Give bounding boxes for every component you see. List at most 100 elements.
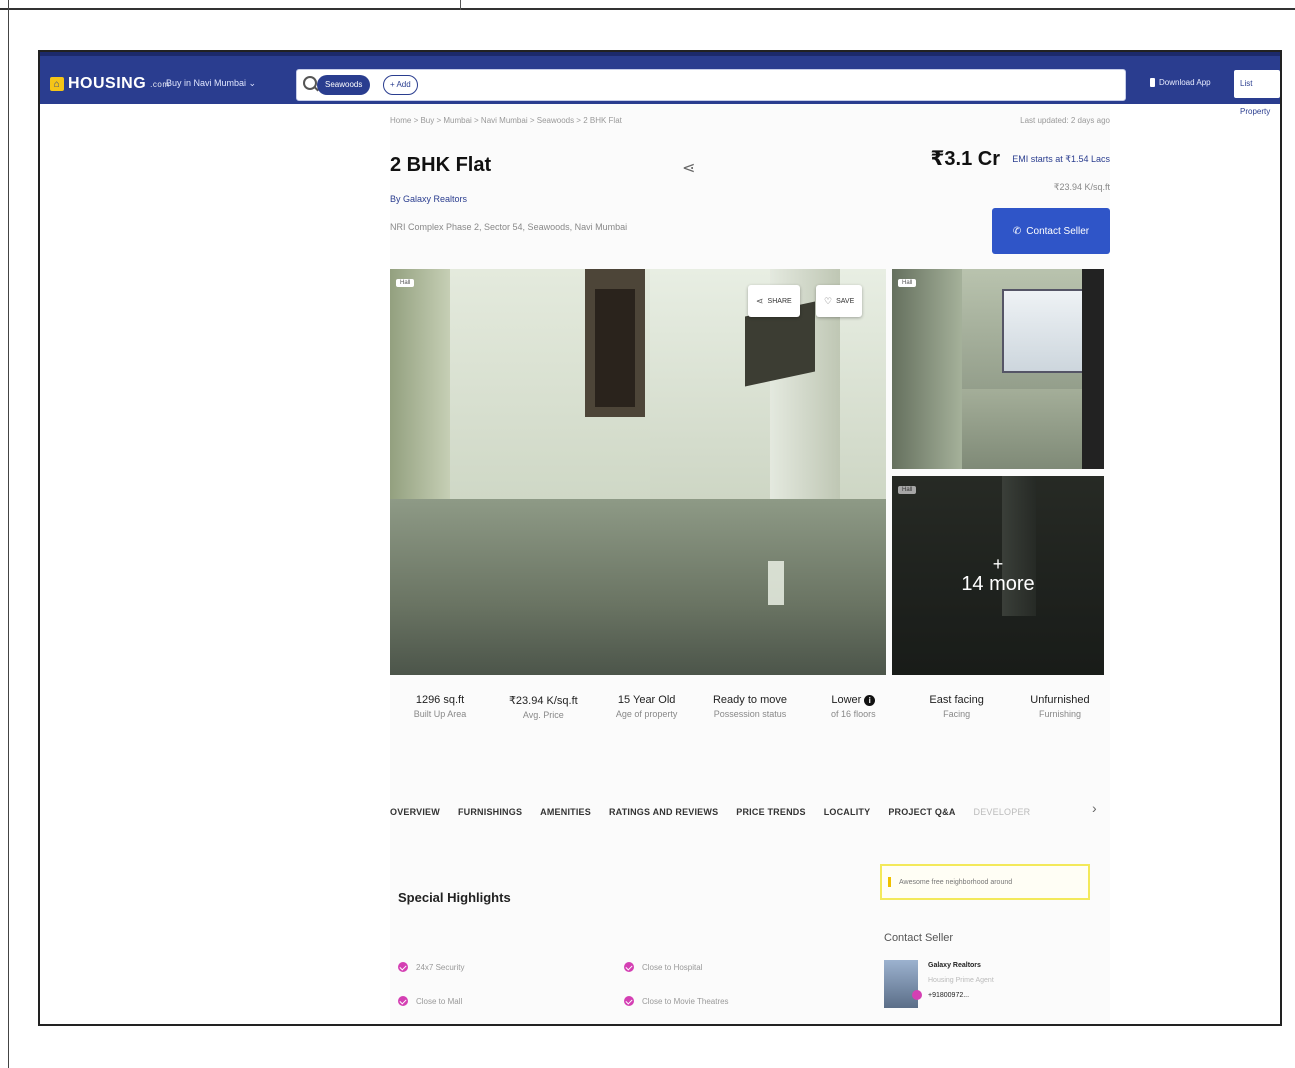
posted-by[interactable]: By Galaxy Realtors bbox=[390, 194, 467, 204]
stat-value: 1296 sq.ft bbox=[415, 694, 465, 706]
tab-developer[interactable]: DEVELOPER bbox=[974, 807, 1031, 817]
stat-possession: Ready to move Possession status bbox=[700, 694, 800, 764]
share-icon: ⋖ bbox=[756, 295, 764, 306]
add-locality-button[interactable]: + Add bbox=[383, 75, 418, 95]
more-photos[interactable]: Hall + 14 more bbox=[892, 476, 1104, 675]
download-app-label: Download App bbox=[1159, 78, 1211, 87]
photo-tag: Hall bbox=[396, 279, 415, 287]
stat-label: Facing bbox=[943, 709, 971, 719]
contact-seller-button[interactable]: ✆ Contact Seller bbox=[992, 208, 1110, 254]
contact-seller-title: Contact Seller bbox=[884, 932, 954, 944]
housing-logo[interactable]: ⌂ HOUSING .com bbox=[50, 74, 170, 94]
page-title: 2 BHK Flat bbox=[390, 154, 492, 176]
phone-icon: ✆ bbox=[1012, 225, 1022, 237]
stat-label: Avg. Price bbox=[522, 710, 564, 720]
photo-door bbox=[595, 289, 635, 407]
photo-reflection bbox=[768, 561, 784, 605]
listing-content: Home > Buy > Mumbai > Navi Mumbai > Seaw… bbox=[390, 104, 1110, 1024]
screenshot-frame: ⌂ HOUSING .com Buy in Navi Mumbai ⌄ Seaw… bbox=[38, 50, 1282, 1026]
seller-phone[interactable]: +91800972... bbox=[928, 992, 969, 999]
stat-value: ₹23.94 K/sq.ft bbox=[508, 695, 578, 707]
list-property-button[interactable]: List Property bbox=[1234, 70, 1280, 116]
breadcrumb[interactable]: Home > Buy > Mumbai > Navi Mumbai > Seaw… bbox=[390, 116, 622, 125]
stat-value: Unfurnished bbox=[1030, 694, 1090, 706]
emi-link[interactable]: EMI starts at ₹1.54 Lacs bbox=[1012, 154, 1110, 165]
highlight-item: Close to Mall bbox=[398, 996, 462, 1006]
scan-left-border bbox=[8, 0, 9, 1068]
tab-locality[interactable]: LOCALITY bbox=[824, 807, 871, 817]
search-icon bbox=[303, 76, 317, 90]
neighborhood-banner[interactable]: Awesome free neighborhood around bbox=[880, 864, 1090, 900]
share-label: SHARE bbox=[767, 297, 792, 305]
chevron-right-icon[interactable]: › bbox=[1092, 800, 1097, 816]
city-select[interactable]: Buy in Navi Mumbai ⌄ bbox=[166, 78, 256, 89]
seller-name[interactable]: Galaxy Realtors bbox=[928, 962, 981, 969]
tab-overview[interactable]: OVERVIEW bbox=[390, 807, 440, 817]
seller-type: Housing Prime Agent bbox=[928, 977, 994, 984]
photo-tag: Hall bbox=[898, 279, 917, 287]
contact-seller-label: Contact Seller bbox=[1026, 225, 1090, 237]
search-input[interactable]: Seawoods + Add bbox=[296, 69, 1126, 101]
house-icon: ⌂ bbox=[50, 77, 64, 91]
photo-floor bbox=[390, 499, 886, 675]
highlight-label: Close to Hospital bbox=[642, 962, 703, 972]
scan-tick bbox=[460, 0, 461, 10]
side-photo[interactable]: Hall bbox=[892, 269, 1104, 469]
property-address: NRI Complex Phase 2, Sector 54, Seawoods… bbox=[390, 222, 628, 232]
stat-value: Lower bbox=[831, 694, 862, 706]
search-locality-chip[interactable]: Seawoods bbox=[317, 75, 371, 95]
last-updated: Last updated: 2 days ago bbox=[1020, 116, 1110, 125]
stat-label: Furnishing bbox=[1038, 709, 1081, 719]
gallery-share-button[interactable]: ⋖ SHARE bbox=[748, 285, 800, 317]
highlight-label: Close to Movie Theatres bbox=[642, 996, 729, 1006]
stat-label: Possession status bbox=[713, 709, 787, 719]
logo-text: HOUSING bbox=[68, 75, 147, 92]
tab-price-trends[interactable]: PRICE TRENDS bbox=[736, 807, 805, 817]
check-icon bbox=[398, 996, 408, 1006]
neighborhood-text: Awesome free neighborhood around bbox=[899, 878, 1013, 886]
heart-icon: ♡ bbox=[824, 295, 833, 306]
highlight-marker bbox=[888, 877, 891, 887]
stat-furnishing: Unfurnished Furnishing bbox=[1010, 694, 1110, 764]
photo-door bbox=[1082, 269, 1104, 469]
stat-value: East facing bbox=[929, 694, 984, 706]
tab-furnishings[interactable]: FURNISHINGS bbox=[458, 807, 522, 817]
stat-avg-price: ₹23.94 K/sq.ft Avg. Price bbox=[493, 694, 593, 764]
section-tabs: OVERVIEW FURNISHINGS AMENITIES RATINGS A… bbox=[390, 802, 1110, 822]
seller-avatar[interactable] bbox=[884, 960, 918, 1008]
photo-wall bbox=[892, 269, 962, 469]
tab-amenities[interactable]: AMENITIES bbox=[540, 807, 591, 817]
city-select-label: Buy in Navi Mumbai bbox=[166, 78, 247, 88]
highlight-label: Close to Mall bbox=[416, 996, 463, 1006]
highlight-item: 24x7 Security bbox=[398, 962, 464, 972]
property-stats: 1296 sq.ft Built Up Area ₹23.94 K/sq.ft … bbox=[390, 694, 1110, 764]
gallery-save-button[interactable]: ♡ SAVE bbox=[816, 285, 863, 317]
highlight-item: Close to Hospital bbox=[624, 962, 702, 972]
tab-project-qa[interactable]: PROJECT Q&A bbox=[888, 807, 955, 817]
stat-label: Age of property bbox=[615, 709, 678, 719]
top-navbar: ⌂ HOUSING .com Buy in Navi Mumbai ⌄ Seaw… bbox=[40, 52, 1280, 116]
stat-label: Built Up Area bbox=[413, 709, 467, 719]
stat-facing: East facing Facing bbox=[907, 694, 1007, 764]
tab-ratings-reviews[interactable]: RATINGS AND REVIEWS bbox=[609, 807, 718, 817]
chevron-down-icon: ⌄ bbox=[248, 78, 257, 88]
plus-icon: + bbox=[992, 554, 1004, 574]
stat-value: Ready to move bbox=[712, 694, 787, 706]
highlight-label: 24x7 Security bbox=[416, 962, 465, 972]
stat-value: 15 Year Old bbox=[617, 694, 676, 706]
scan-top-border bbox=[0, 0, 1295, 10]
save-label: SAVE bbox=[836, 297, 855, 305]
share-icon[interactable]: ⋖ bbox=[682, 158, 695, 178]
main-photo[interactable]: Hall ⋖ SHARE ♡ SAVE bbox=[390, 269, 886, 675]
stat-built-up-area: 1296 sq.ft Built Up Area bbox=[390, 694, 490, 764]
phone-icon bbox=[1150, 78, 1155, 87]
photo-window bbox=[1002, 289, 1086, 373]
price-per-sqft: ₹23.94 K/sq.ft bbox=[1053, 182, 1110, 192]
stat-value-row: Lower i bbox=[803, 694, 903, 706]
highlight-item: Close to Movie Theatres bbox=[624, 996, 729, 1006]
download-app-link[interactable]: Download App bbox=[1150, 78, 1211, 87]
special-highlights-title: Special Highlights bbox=[398, 890, 511, 905]
info-icon[interactable]: i bbox=[864, 695, 876, 706]
check-icon bbox=[398, 962, 408, 972]
check-icon bbox=[624, 996, 634, 1006]
